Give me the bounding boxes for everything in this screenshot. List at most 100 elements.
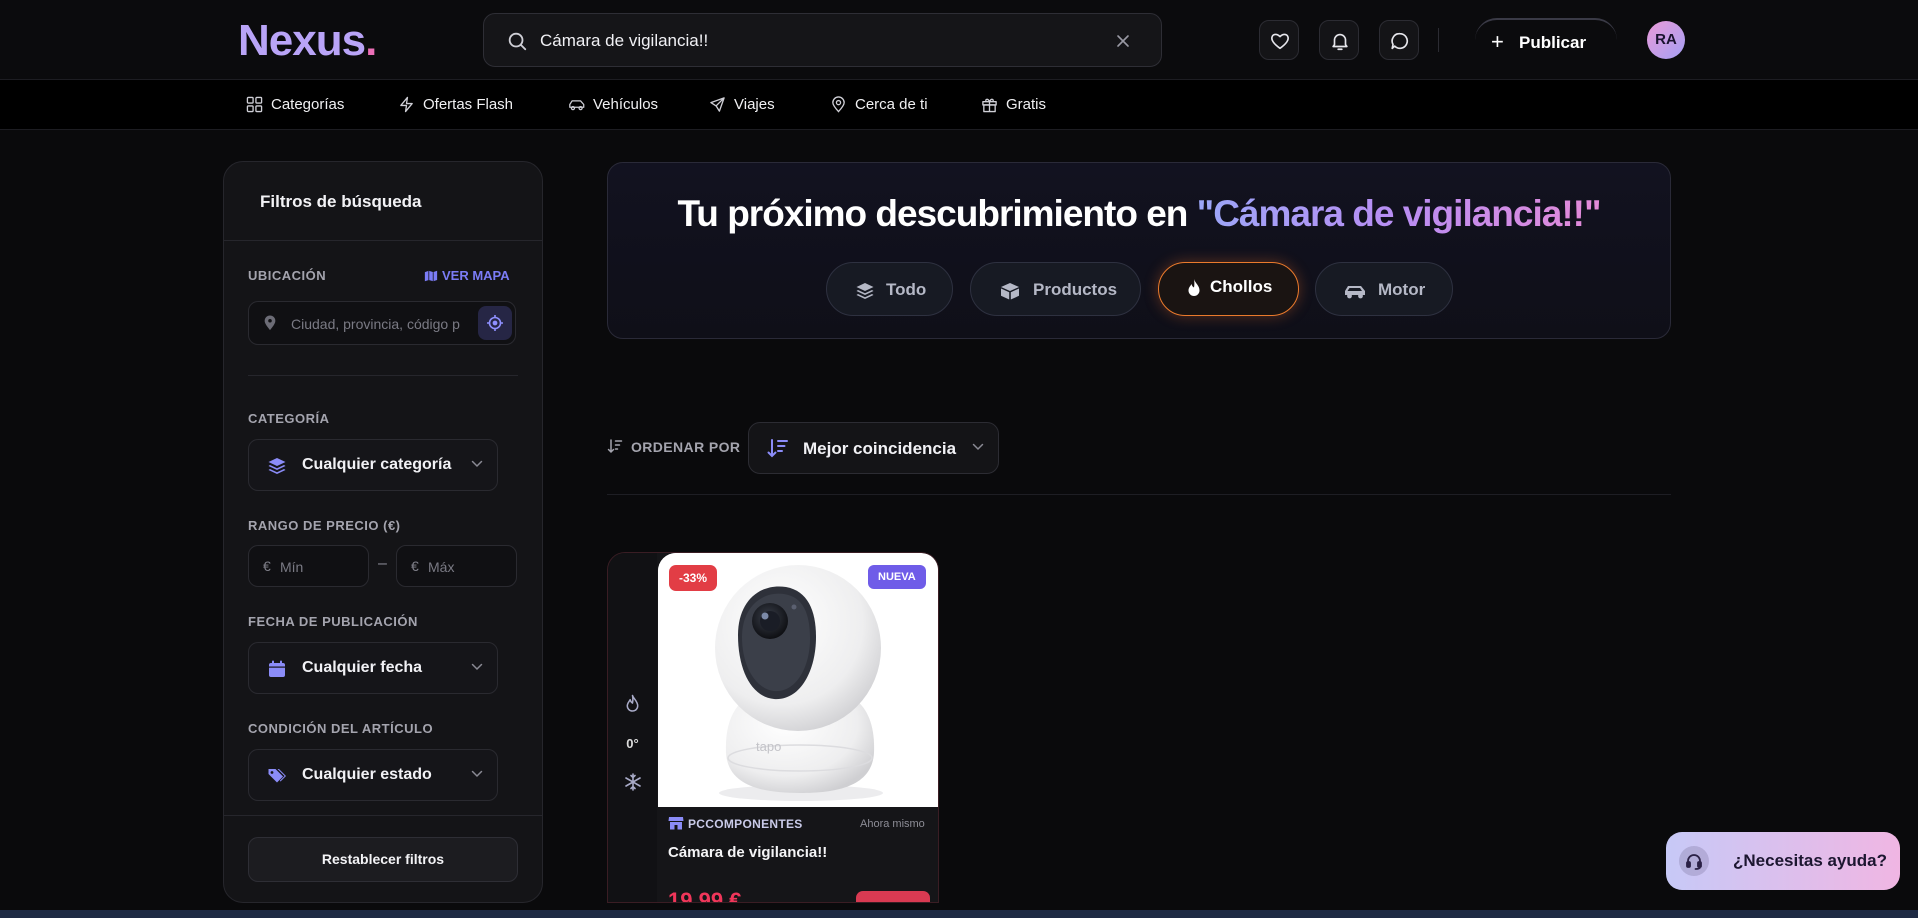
logo[interactable]: Nexus. <box>238 16 377 66</box>
nav-item-label: Ofertas Flash <box>423 96 514 113</box>
location-label: UBICACIÓN <box>248 268 327 283</box>
date-label: FECHA DE PUBLICACIÓN <box>248 614 418 629</box>
chevron-down-icon <box>972 443 984 451</box>
discount-badge: -33% <box>669 565 718 591</box>
tab-label: Productos <box>1033 280 1118 299</box>
price-max-input[interactable] <box>428 556 508 578</box>
filters-divider <box>224 815 542 816</box>
favorites-button[interactable] <box>1259 20 1299 60</box>
calendar-icon <box>269 660 285 677</box>
store-icon <box>668 817 684 830</box>
tab-label: Todo <box>886 280 927 299</box>
sort-icon <box>767 439 788 458</box>
condition-label: CONDICIÓN DEL ARTÍCULO <box>248 721 434 736</box>
reset-filters-button[interactable]: Restablecer filtros <box>248 837 518 882</box>
category-value: Cualquier categoría <box>302 456 452 473</box>
publish-label: Publicar <box>1519 33 1587 52</box>
tab-productos[interactable]: Productos <box>970 262 1141 316</box>
temperature-voter: 0° <box>608 553 657 902</box>
flame-icon <box>1188 279 1200 296</box>
search-bar <box>483 13 1162 67</box>
store-label: PCCOMPONENTES <box>688 817 803 831</box>
bell-icon <box>1332 33 1348 51</box>
sort-value: Mejor coincidencia <box>803 439 957 458</box>
tab-todo[interactable]: Todo <box>826 262 953 316</box>
price-max-field: € <box>396 545 517 587</box>
date-select[interactable]: Cualquier fecha <box>248 642 498 694</box>
tab-label: Chollos <box>1210 277 1273 296</box>
avatar[interactable]: RA <box>1647 21 1685 59</box>
map-pin-icon <box>832 96 845 113</box>
plane-icon <box>710 97 725 112</box>
help-label: ¿Necesitas ayuda? <box>1733 851 1888 870</box>
currency-symbol: € <box>263 558 271 574</box>
nav-item-label: Categorías <box>271 96 345 113</box>
sort-select[interactable]: Mejor coincidencia <box>748 422 999 474</box>
plus-icon: + <box>1491 29 1504 54</box>
clear-search-icon[interactable] <box>1115 33 1131 49</box>
tab-motor[interactable]: Motor <box>1315 262 1453 316</box>
price-separator: – <box>378 555 387 572</box>
nav-item-label: Gratis <box>1006 96 1047 113</box>
publish-button[interactable]: + Publicar <box>1475 18 1617 62</box>
logo-text: Nexus <box>238 16 366 65</box>
sort-icon <box>607 439 623 454</box>
deal-card[interactable]: 0° tapo -33% NUEVA PCCOMPONENTES Ahora m… <box>607 552 939 903</box>
view-map-label: VER MAPA <box>442 268 510 283</box>
title-prefix: Tu próximo descubrimiento en <box>677 193 1197 234</box>
tab-label: Motor <box>1378 280 1426 299</box>
flame-icon[interactable] <box>624 694 641 713</box>
top-bar: Nexus. + Publicar RA <box>0 0 1918 80</box>
category-label: CATEGORÍA <box>248 411 330 426</box>
price-range-label: RANGO DE PRECIO (€) <box>248 518 401 533</box>
results-divider <box>607 494 1671 495</box>
results-hero: Tu próximo descubrimiento en "Cámara de … <box>607 162 1671 339</box>
os-taskbar <box>0 910 1918 918</box>
map-pin-icon <box>264 315 276 331</box>
tab-chollos[interactable]: Chollos <box>1158 262 1299 316</box>
layers-icon <box>856 283 874 299</box>
filters-divider <box>224 240 542 241</box>
new-badge: NUEVA <box>868 565 926 589</box>
nav-item-label: Cerca de ti <box>855 96 928 113</box>
chat-icon <box>1391 32 1409 50</box>
layers-icon <box>268 458 286 474</box>
boxes-icon <box>1001 283 1019 300</box>
category-nav: Categorías Ofertas Flash Vehículos Viaje… <box>0 80 1918 130</box>
price-min-input[interactable] <box>280 556 360 578</box>
search-input[interactable] <box>540 26 1100 56</box>
security-camera-image: tapo <box>658 553 938 807</box>
temperature-value: 0° <box>626 736 639 751</box>
filters-divider <box>248 375 518 376</box>
notifications-button[interactable] <box>1319 20 1359 60</box>
svg-text:tapo: tapo <box>756 739 781 754</box>
location-input[interactable] <box>291 313 467 335</box>
posted-time: Ahora mismo <box>860 818 925 830</box>
snowflake-icon[interactable] <box>624 773 642 791</box>
currency-symbol: € <box>411 558 419 574</box>
page-title: Tu próximo descubrimiento en "Cámara de … <box>608 193 1670 235</box>
nav-item-label: Viajes <box>734 96 775 113</box>
help-button[interactable]: ¿Necesitas ayuda? <box>1666 832 1900 890</box>
condition-value: Cualquier estado <box>302 766 432 783</box>
bolt-icon <box>400 96 413 113</box>
locate-me-button[interactable] <box>478 306 512 340</box>
date-value: Cualquier fecha <box>302 659 423 676</box>
headset-icon <box>1679 846 1709 876</box>
deal-price: 19,99 € <box>668 888 742 903</box>
deal-title[interactable]: Cámara de vigilancia!! <box>668 844 827 861</box>
chevron-down-icon <box>471 663 483 671</box>
chevron-down-icon <box>471 460 483 468</box>
condition-select[interactable]: Cualquier estado <box>248 749 498 801</box>
messages-button[interactable] <box>1379 20 1419 60</box>
price-min-field: € <box>248 545 369 587</box>
product-image[interactable]: tapo <box>658 553 938 807</box>
deal-action-badge[interactable] <box>856 891 930 902</box>
search-icon <box>508 32 527 51</box>
logo-dot: . <box>365 16 377 65</box>
gift-icon <box>982 98 997 113</box>
category-select[interactable]: Cualquier categoría <box>248 439 498 491</box>
filters-panel: Filtros de búsqueda UBICACIÓN VER MAPA C… <box>223 161 543 903</box>
chevron-down-icon <box>471 770 483 778</box>
car-icon <box>1345 286 1365 299</box>
